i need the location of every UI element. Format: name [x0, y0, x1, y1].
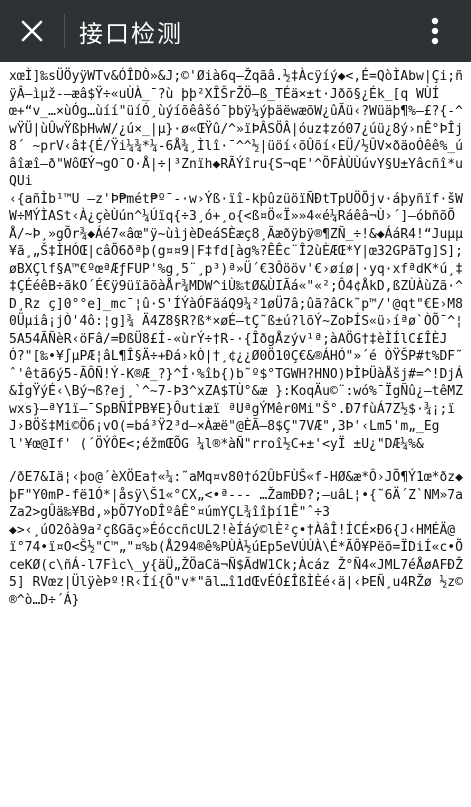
- page-title: 接口检测: [79, 19, 183, 48]
- more-options-button[interactable]: [415, 0, 455, 62]
- response-content: xœÌ]‰sÜÖyÿWTv&ÓÎDÒ»&J;©'Øià6q–Žqãâ.½‡Àcÿ…: [0, 62, 471, 807]
- top-app-bar: 接口检测: [0, 0, 471, 62]
- toolbar-divider: [64, 14, 65, 48]
- response-text-block: xœÌ]‰sÜÖyÿWTv&ÓÎDÒ»&J;©'Øià6q–Žqãâ.½‡Àcÿ…: [9, 69, 463, 452]
- app-window: 接口检测 xœÌ]‰sÜÖyÿWTv&ÓÎDÒ»&J;©'Øià6q–Žqãâ.…: [0, 0, 471, 807]
- response-text-block: /ðE7&Iä¦‹þo@´èXÖEa†«¼:˜aMq¤v80†ó2ÛbFÙŠ«f…: [9, 470, 463, 608]
- more-vertical-icon: [431, 17, 439, 45]
- close-button[interactable]: [0, 0, 64, 62]
- close-icon: [21, 20, 43, 42]
